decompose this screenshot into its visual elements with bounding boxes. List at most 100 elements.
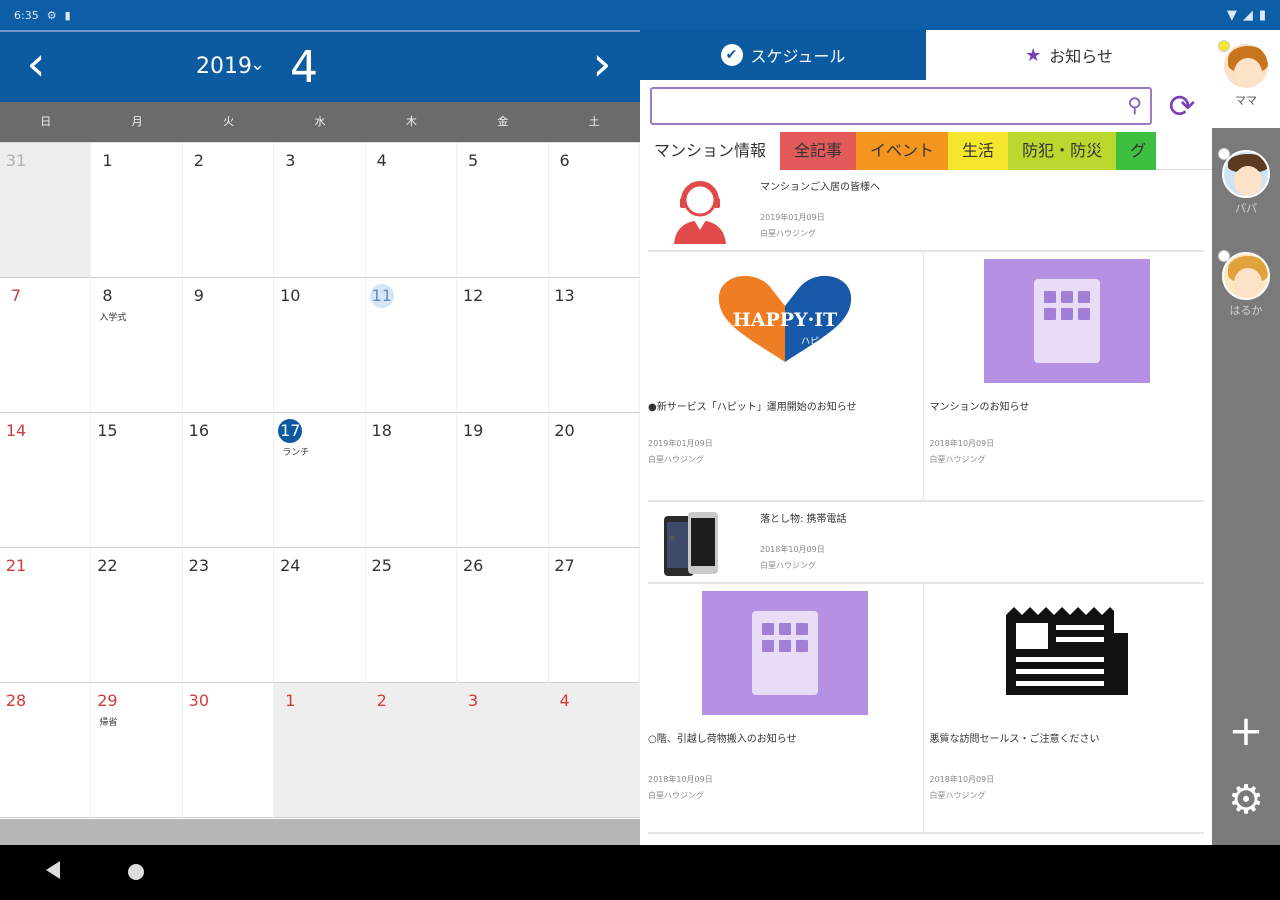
add-icon[interactable]: +: [1212, 706, 1280, 756]
calendar-day[interactable]: 1: [274, 683, 366, 818]
calendar-day[interactable]: 5: [457, 143, 549, 278]
calendar-day[interactable]: 23: [182, 548, 275, 683]
signal-icon: ◢: [1242, 7, 1253, 23]
calendar-header: ‹ 2019 ⌄ 4 ›: [0, 30, 640, 102]
calendar-day[interactable]: 11: [365, 278, 458, 413]
calendar-day[interactable]: 12: [457, 278, 549, 413]
navigation-bar: [0, 845, 1280, 900]
calendar-day[interactable]: 28: [0, 683, 92, 818]
category-event[interactable]: イベント: [856, 132, 949, 170]
panel-tabs: ✔ スケジュール ★ お知らせ: [640, 30, 1212, 80]
article-title: 落とし物: 携帯電話: [760, 514, 847, 525]
day-number: 16: [188, 421, 210, 440]
article-item[interactable]: 落とし物: 携帯電話 2018年10月09日 白堊ハウジング: [648, 502, 1204, 584]
calendar-day[interactable]: 31: [0, 143, 92, 278]
article-item[interactable]: ○階、引越し荷物搬入のお知らせ 2018年10月09日 白堊ハウジング: [648, 584, 923, 832]
article-title: マンションご入居の皆様へ: [760, 182, 880, 193]
user-name: はるか: [1229, 304, 1263, 317]
calendar-event[interactable]: 入学式: [99, 310, 173, 323]
tab-schedule[interactable]: ✔ スケジュール: [640, 30, 926, 80]
back-icon[interactable]: [46, 861, 60, 879]
category-mansion[interactable]: マンション情報: [640, 132, 781, 170]
calendar-day[interactable]: 20: [548, 413, 640, 548]
calendar-day[interactable]: 3: [457, 683, 549, 818]
search-input[interactable]: ⚲: [650, 87, 1152, 125]
calendar-day[interactable]: 15: [91, 413, 183, 548]
happyit-logo-subtext: ハピット: [801, 336, 837, 347]
day-number: 20: [554, 421, 575, 440]
user-mama[interactable]: ママ: [1212, 30, 1280, 128]
gear-icon[interactable]: ⚙: [1212, 772, 1280, 828]
article-list: マンションご入居の皆様へ 2019年01月09日 白堊ハウジング HAPPY·I…: [640, 170, 1212, 834]
article-item[interactable]: マンションご入居の皆様へ 2019年01月09日 白堊ハウジング: [648, 170, 1204, 252]
calendar-day[interactable]: 18: [365, 413, 458, 548]
year-selector[interactable]: 2019: [196, 54, 252, 79]
calendar-day[interactable]: 29 帰省: [91, 683, 183, 818]
category-more[interactable]: グ: [1116, 132, 1157, 170]
calendar-day[interactable]: 22: [91, 548, 183, 683]
category-all[interactable]: 全記事: [780, 132, 857, 170]
calendar-day[interactable]: 26: [457, 548, 549, 683]
day-number: 11: [369, 284, 394, 308]
day-number: 31: [5, 151, 27, 170]
article-author: 白堊ハウジング: [648, 791, 704, 800]
calendar-day[interactable]: 4: [365, 143, 458, 278]
article-date: 2019年01月09日: [760, 213, 825, 222]
calendar-day[interactable]: 24: [274, 548, 366, 683]
user-name: パパ: [1235, 202, 1257, 215]
day-number: 4: [376, 151, 387, 170]
calendar-event[interactable]: ランチ: [282, 445, 356, 458]
article-author: 白堊ハウジング: [760, 561, 816, 570]
article-title: ○階、引越し荷物搬入のお知らせ: [648, 734, 797, 745]
next-month-icon[interactable]: ›: [582, 40, 622, 92]
home-icon[interactable]: [128, 864, 144, 880]
calendar-day[interactable]: 6: [548, 143, 640, 278]
article-item[interactable]: HAPPY·IT ハピット ●新サービス「ハピット」運用開始のお知らせ 2019…: [648, 252, 923, 500]
tab-notice[interactable]: ★ お知らせ: [926, 30, 1212, 80]
calendar-panel: ‹ 2019 ⌄ 4 › 日 月 火 水 木 金 土 31 1 2 3 4 5 6 7 8 入学式…: [0, 30, 640, 845]
refresh-icon[interactable]: ⟳: [1162, 86, 1202, 126]
search-icon[interactable]: ⚲: [1127, 93, 1142, 117]
clock-check-icon: ✔: [720, 44, 743, 66]
calendar-day[interactable]: 4: [548, 683, 640, 818]
calendar-grid: 31 1 2 3 4 5 6 7 8 入学式 9 10 11 12 13 14 15 16 17 ランチ 18 19 20 2…: [0, 142, 640, 818]
day-number: 26: [462, 556, 484, 575]
weekday-label: 日: [40, 115, 52, 128]
day-number: 29: [97, 691, 118, 710]
calendar-day[interactable]: 9: [182, 278, 275, 413]
day-number: 24: [280, 556, 301, 575]
user-papa[interactable]: パパ: [1212, 138, 1280, 236]
category-safety[interactable]: 防犯・防災: [1008, 132, 1117, 170]
article-item[interactable]: 悪質な訪問セールス・ご注意ください 2018年10月09日 白堊ハウジング: [922, 584, 1205, 832]
sim-icon: ▮: [64, 8, 71, 22]
calendar-day[interactable]: 2: [182, 143, 275, 278]
calendar-day[interactable]: 3: [274, 143, 366, 278]
category-life[interactable]: 生活: [948, 132, 1009, 170]
calendar-day[interactable]: 21: [0, 548, 92, 683]
prev-month-icon[interactable]: ‹: [16, 40, 56, 92]
calendar-day[interactable]: 10: [274, 278, 366, 413]
article-author: 白堊ハウジング: [760, 229, 816, 238]
user-name: ママ: [1235, 94, 1257, 107]
chevron-down-icon[interactable]: ⌄: [250, 54, 265, 75]
day-number: 30: [188, 691, 210, 710]
calendar-day[interactable]: 14: [0, 413, 92, 548]
calendar-day[interactable]: 7: [0, 278, 92, 413]
day-number: 13: [554, 286, 575, 305]
calendar-day[interactable]: 1: [91, 143, 183, 278]
star-icon: ★: [1025, 44, 1042, 66]
calendar-day[interactable]: 16: [182, 413, 275, 548]
user-haruka[interactable]: はるか: [1212, 240, 1280, 338]
settings-icon: ⚙: [46, 8, 57, 22]
calendar-day[interactable]: 2: [365, 683, 458, 818]
article-item[interactable]: マンションのお知らせ 2018年10月09日 白堊ハウジング: [922, 252, 1205, 500]
calendar-day[interactable]: 27: [548, 548, 640, 683]
calendar-day[interactable]: 17 ランチ: [274, 413, 366, 548]
calendar-day[interactable]: 8 入学式: [91, 278, 183, 413]
calendar-day[interactable]: 13: [548, 278, 640, 413]
calendar-day[interactable]: 25: [365, 548, 458, 683]
avatar: [1222, 42, 1270, 90]
calendar-day[interactable]: 19: [457, 413, 549, 548]
calendar-day[interactable]: 30: [182, 683, 275, 818]
calendar-event[interactable]: 帰省: [99, 715, 173, 728]
